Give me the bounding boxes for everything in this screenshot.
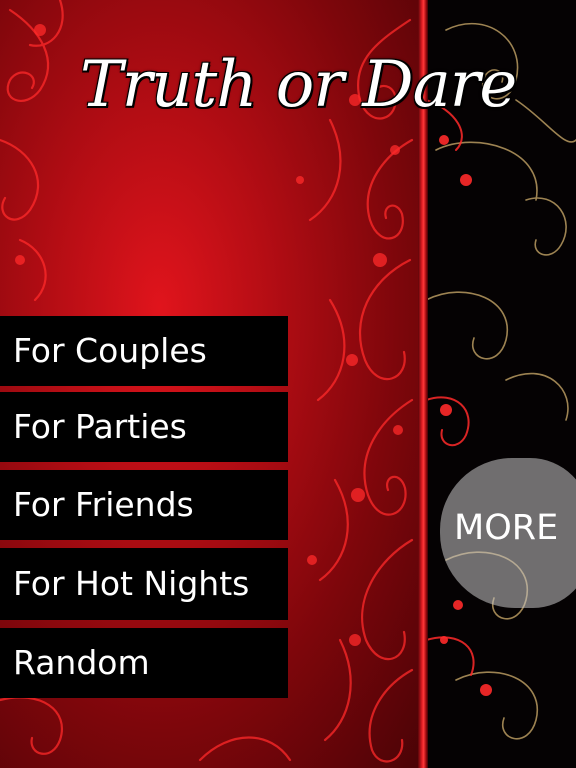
app-screen: Truth or Dare For Couples For Parties Fo…: [0, 0, 576, 768]
menu-button-couples[interactable]: For Couples: [0, 316, 288, 386]
menu-button-hot-nights[interactable]: For Hot Nights: [0, 548, 288, 620]
menu-button-friends[interactable]: For Friends: [0, 470, 288, 540]
more-button-label: MORE: [454, 508, 559, 548]
menu-button-random[interactable]: Random: [0, 628, 288, 698]
menu-button-parties[interactable]: For Parties: [0, 392, 288, 462]
app-title: Truth or Dare: [80, 48, 517, 122]
